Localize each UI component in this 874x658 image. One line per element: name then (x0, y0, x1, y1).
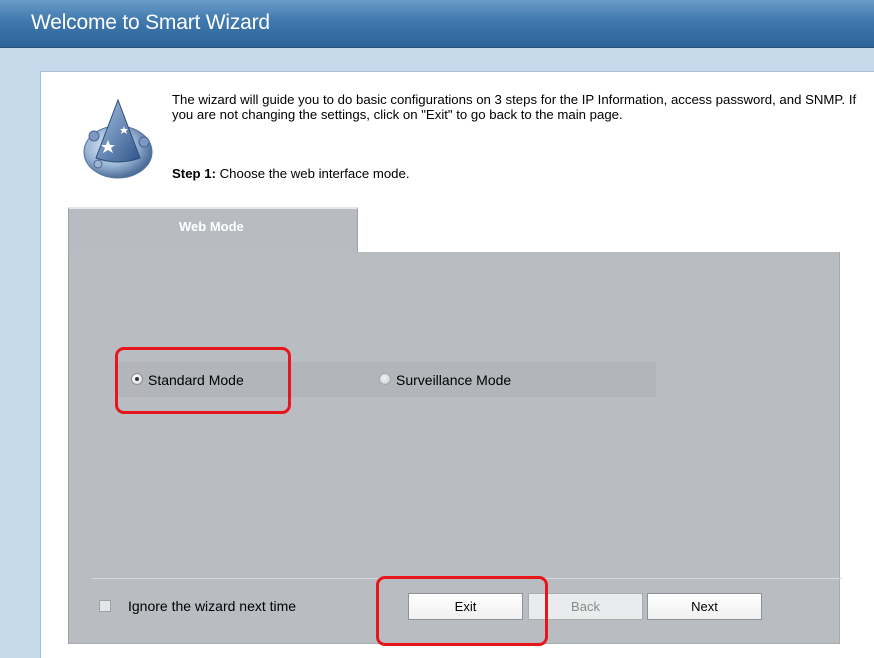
next-button[interactable]: Next (647, 593, 762, 620)
wizard-hat-icon (83, 98, 153, 179)
step-text: Choose the web interface mode. (215, 166, 410, 181)
ignore-wizard-checkbox[interactable] (99, 600, 111, 612)
tab-web-mode[interactable]: Web Mode (68, 207, 358, 253)
ignore-wizard-label[interactable]: Ignore the wizard next time (128, 598, 296, 614)
surveillance-mode-radio[interactable] (379, 373, 391, 385)
intro-text: The wizard will guide you to do basic co… (172, 92, 857, 122)
exit-button-highlight (376, 576, 548, 646)
step-instruction: Step 1: Choose the web interface mode. (172, 166, 410, 181)
step-label: Step 1: (172, 166, 216, 181)
standard-mode-highlight (115, 347, 291, 414)
tab-web-mode-label: Web Mode (179, 219, 244, 234)
window-title: Welcome to Smart Wizard (31, 11, 270, 34)
title-bar: Welcome to Smart Wizard (0, 0, 874, 48)
surveillance-mode-label[interactable]: Surveillance Mode (396, 372, 511, 388)
